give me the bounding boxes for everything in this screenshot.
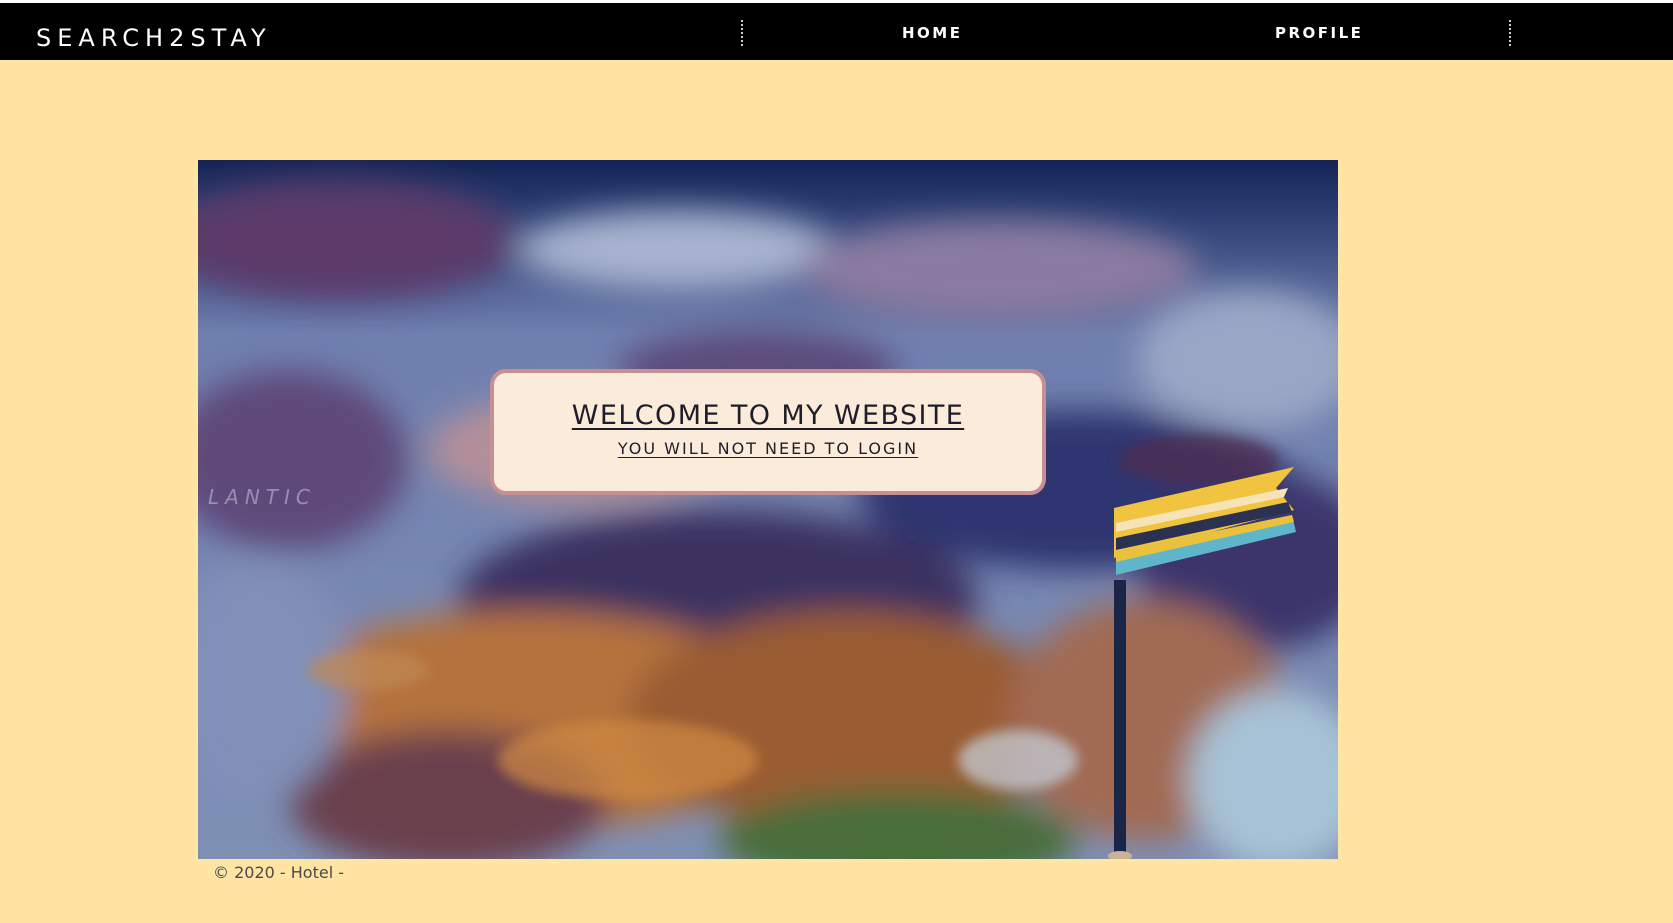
nav-link-home[interactable]: HOME bbox=[902, 26, 962, 41]
map-label-text: LANTIC bbox=[208, 485, 316, 509]
welcome-title-link[interactable]: WELCOME TO MY WEBSITE bbox=[494, 401, 1042, 431]
footer-text: © 2020 - Hotel - bbox=[213, 863, 344, 882]
brand-logo-link[interactable]: SEARCH2STAY bbox=[36, 26, 272, 50]
welcome-box: WELCOME TO MY WEBSITE YOU WILL NOT NEED … bbox=[490, 369, 1046, 495]
nav-link-profile[interactable]: PROFILE bbox=[1275, 26, 1363, 41]
welcome-subtitle-link[interactable]: YOU WILL NOT NEED TO LOGIN bbox=[494, 440, 1042, 457]
world-map-image bbox=[198, 160, 1338, 859]
hero-image: LANTIC bbox=[198, 160, 1338, 859]
nav-divider-right bbox=[1509, 20, 1511, 46]
nav-divider-left bbox=[741, 20, 743, 46]
navbar: SEARCH2STAY HOME PROFILE bbox=[0, 3, 1673, 60]
